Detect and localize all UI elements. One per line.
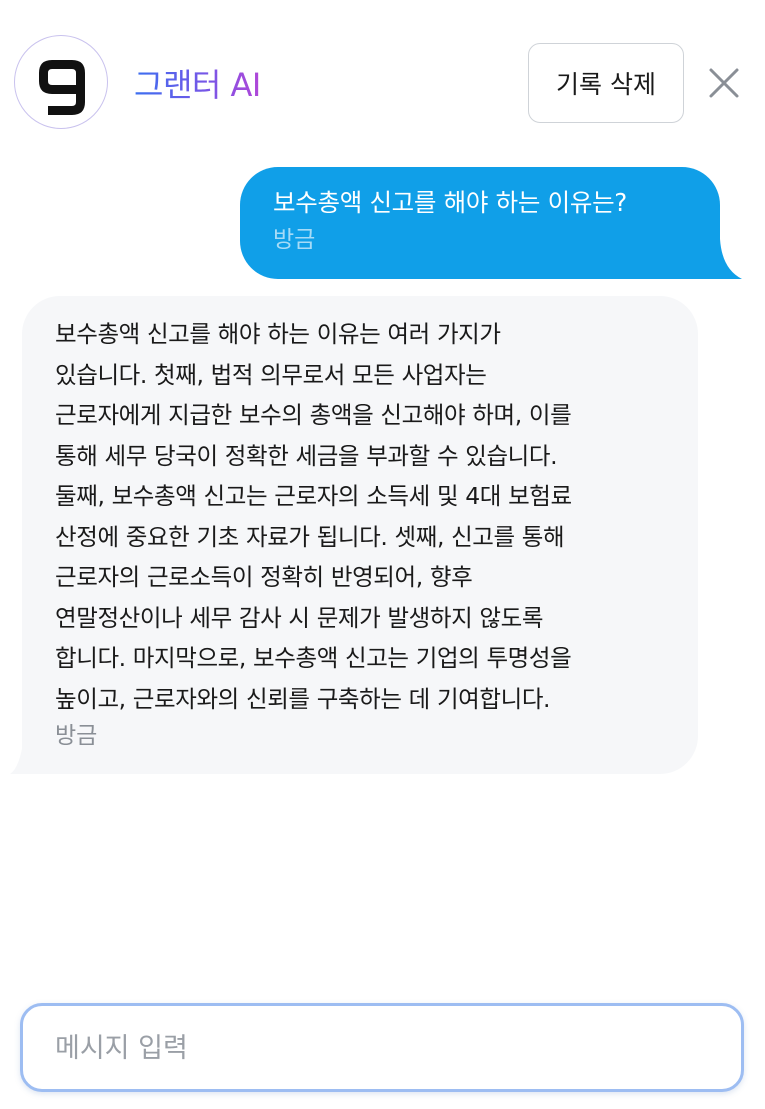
user-message-bubble: 보수총액 신고를 해야 하는 이유는? 방금 (240, 167, 720, 279)
chat-window: 그랜터 AI 기록 삭제 보수총액 신고를 해야 하는 이유는? 방금 보수총액… (0, 0, 765, 1109)
user-message-time: 방금 (273, 227, 316, 253)
close-icon (709, 68, 739, 98)
brand-title: 그랜터 AI (134, 60, 261, 106)
clear-history-button[interactable]: 기록 삭제 (528, 43, 684, 123)
chat-header: 그랜터 AI 기록 삭제 (0, 0, 765, 150)
bot-message-bubble: 보수총액 신고를 해야 하는 이유는 여러 가지가 있습니다. 첫째, 법적 의… (22, 296, 698, 774)
granter-logo-icon (39, 60, 85, 115)
bot-avatar (14, 35, 108, 129)
user-message-text: 보수총액 신고를 해야 하는 이유는? (273, 188, 628, 217)
message-input-container (20, 1003, 744, 1092)
message-input[interactable] (53, 1006, 717, 1091)
bot-message-time: 방금 (55, 723, 98, 749)
close-button[interactable] (704, 63, 744, 103)
bot-message-text: 보수총액 신고를 해야 하는 이유는 여러 가지가 있습니다. 첫째, 법적 의… (55, 320, 572, 713)
